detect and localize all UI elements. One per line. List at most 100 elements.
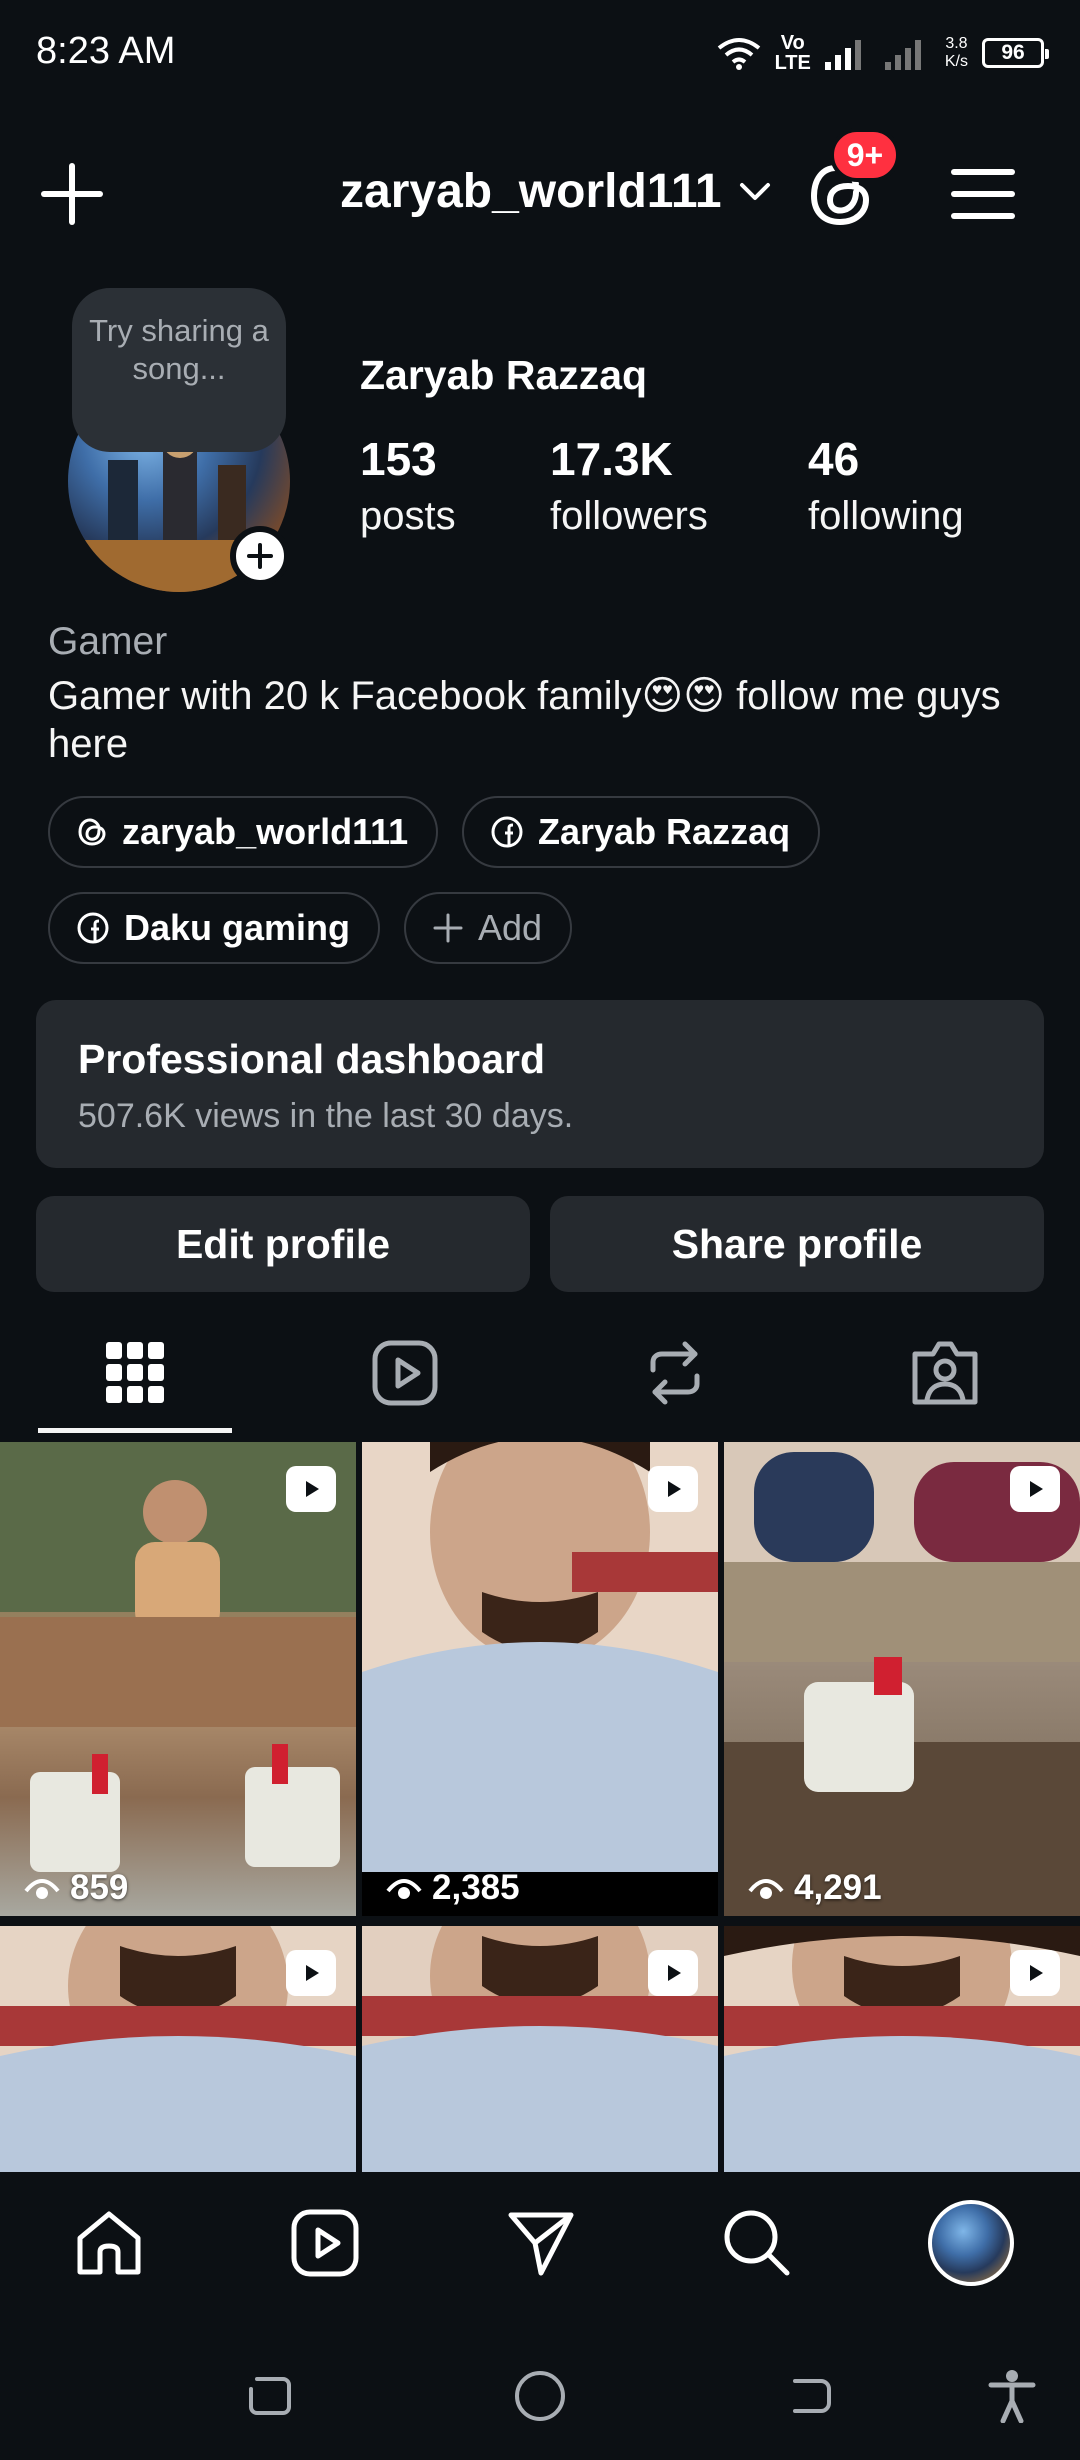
post-tile[interactable]: 4,291 (724, 1442, 1080, 1916)
tab-posts-grid[interactable] (0, 1310, 270, 1436)
profile-header: zaryab_world111 (0, 140, 1080, 250)
professional-dashboard[interactable]: Professional dashboard 507.6K views in t… (36, 1000, 1044, 1168)
facebook-page-chip[interactable]: Daku gaming (48, 892, 381, 964)
edit-profile-button[interactable]: Edit profile (36, 1196, 530, 1292)
eye-icon (24, 1879, 60, 1899)
view-count-value: 4,291 (794, 1868, 882, 1907)
profile-avatar-icon (928, 2200, 1014, 2286)
post-tile[interactable] (362, 1926, 718, 2174)
reel-icon (648, 1950, 698, 1996)
threads-link-chip[interactable]: zaryab_world111 (48, 796, 439, 868)
back-icon (793, 2379, 831, 2413)
facebook-icon (77, 912, 109, 944)
reel-icon (286, 1466, 336, 1512)
home-circle-icon (515, 2371, 565, 2421)
nav-search[interactable] (714, 2200, 800, 2286)
profile-tabs (0, 1310, 1080, 1436)
reel-icon (286, 1950, 336, 1996)
view-count: 859 (24, 1868, 128, 1908)
sys-accessibility[interactable] (982, 2366, 1042, 2426)
stat-followers[interactable]: 17.3K followers (550, 432, 708, 542)
nav-profile[interactable] (928, 2200, 1014, 2286)
sys-recents[interactable] (240, 2366, 300, 2426)
post-thumbnail (724, 1442, 1080, 1916)
threads-icon (78, 818, 106, 846)
profile-display-name: Zaryab Razzaq (360, 352, 648, 398)
volte-indicator: Vo LTE (774, 32, 811, 74)
stat-value: 153 (360, 433, 437, 485)
send-icon (508, 2212, 574, 2276)
header-username: zaryab_world111 (340, 165, 722, 218)
stat-label: followers (550, 494, 708, 538)
share-profile-button[interactable]: Share profile (550, 1196, 1044, 1292)
signal-icon (824, 40, 861, 70)
post-tile[interactable]: 2,385 (362, 1442, 718, 1916)
facebook-icon (491, 816, 523, 848)
chip-label: Daku gaming (124, 907, 351, 948)
post-thumbnail (0, 1442, 356, 1872)
post-thumbnail (362, 1442, 718, 1916)
nav-reels[interactable] (282, 2200, 368, 2286)
account-switcher[interactable]: zaryab_world111 (340, 164, 772, 219)
stat-label: posts (360, 494, 456, 538)
home-icon (77, 2211, 141, 2275)
tab-tagged[interactable] (810, 1310, 1080, 1436)
stat-value: 17.3K (550, 433, 673, 485)
note-bubble[interactable]: Try sharing a song... (72, 288, 286, 452)
reel-icon (1010, 1466, 1060, 1512)
create-plus-icon[interactable] (38, 160, 106, 228)
view-count: 2,385 (386, 1868, 520, 1908)
view-count: 4,291 (748, 1868, 882, 1908)
wifi-icon (717, 38, 760, 70)
nav-messages[interactable] (498, 2200, 584, 2286)
accessibility-icon (988, 2370, 1036, 2423)
sys-home[interactable] (510, 2366, 570, 2426)
view-count-value: 859 (70, 1868, 129, 1907)
dashboard-title: Professional dashboard (78, 1036, 546, 1082)
stat-posts[interactable]: 153 posts (360, 432, 456, 542)
stat-following[interactable]: 46 following (808, 432, 964, 542)
tab-reposts[interactable] (540, 1310, 810, 1436)
reels-icon (291, 2209, 359, 2277)
reels-icon (372, 1340, 438, 1406)
reel-icon (648, 1466, 698, 1512)
chevron-down-icon (739, 182, 770, 200)
profile-bio: Gamer with 20 k Facebook family😍😍 follow… (48, 674, 1001, 766)
tab-reels[interactable] (270, 1310, 540, 1436)
facebook-profile-chip[interactable]: Zaryab Razzaq (462, 796, 821, 868)
notification-badge: 9+ (830, 128, 900, 182)
plus-icon (433, 913, 463, 943)
tagged-icon (912, 1341, 978, 1405)
bottom-nav (0, 2172, 1080, 2318)
grid-icon (106, 1342, 164, 1403)
add-story-plus-icon[interactable] (230, 526, 290, 586)
post-tile[interactable]: 859 (0, 1442, 356, 1916)
chip-label: zaryab_world111 (122, 811, 409, 852)
status-icons: Vo LTE 3.8 K/s 96 (717, 28, 1049, 78)
battery-icon: 96 (982, 38, 1049, 68)
chip-label: Zaryab Razzaq (538, 811, 791, 852)
signal-icon-sim2 (884, 40, 921, 70)
dashboard-subtitle: 507.6K views in the last 30 days. (78, 1097, 574, 1135)
post-tile[interactable] (724, 1926, 1080, 2174)
sys-back[interactable] (780, 2366, 840, 2426)
reposts-icon (650, 1341, 700, 1405)
nav-home[interactable] (66, 2200, 152, 2286)
add-link-chip[interactable]: Add (404, 892, 573, 964)
post-tile[interactable] (0, 1926, 356, 2174)
search-icon (724, 2210, 790, 2276)
view-count-value: 2,385 (432, 1868, 520, 1907)
status-time: 8:23 AM (36, 30, 176, 72)
profile-category: Gamer (48, 620, 168, 663)
eye-icon (748, 1879, 784, 1899)
posts-grid: 859 2,385 4,291 (0, 1442, 1080, 2174)
status-bar: 8:23 AM Vo LTE 3.8 K/s 96 (0, 0, 1080, 110)
network-speed: 3.8 K/s (944, 35, 968, 70)
stat-value: 46 (808, 433, 860, 485)
tab-indicator (38, 1428, 232, 1433)
chip-label: Add (478, 907, 543, 948)
reel-icon (1010, 1950, 1060, 1996)
recents-icon (249, 2377, 291, 2415)
menu-icon[interactable] (950, 164, 1016, 224)
stat-label: following (808, 494, 964, 538)
